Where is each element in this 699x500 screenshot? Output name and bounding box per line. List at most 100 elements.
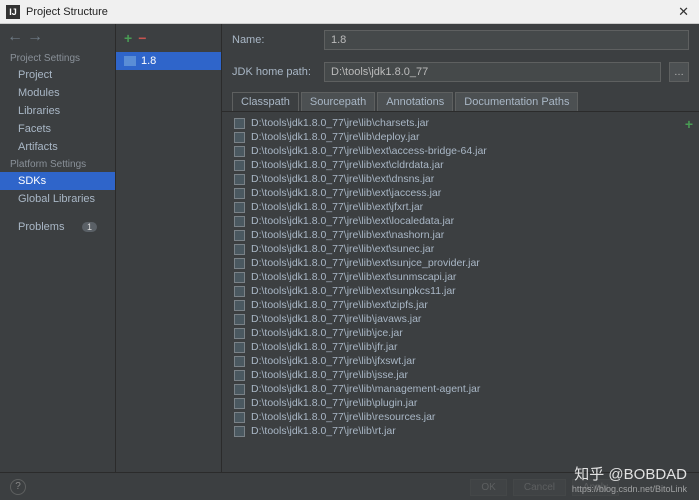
jar-icon <box>234 216 245 227</box>
sidebar-item-libraries[interactable]: Libraries <box>0 102 115 120</box>
jar-icon <box>234 412 245 423</box>
classpath-path: D:\tools\jdk1.8.0_77\jre\lib\ext\access-… <box>251 145 487 157</box>
help-icon[interactable]: ? <box>10 479 26 495</box>
jar-icon <box>234 426 245 437</box>
classpath-entry[interactable]: D:\tools\jdk1.8.0_77\jre\lib\ext\zipfs.j… <box>222 298 699 312</box>
classpath-list[interactable]: + D:\tools\jdk1.8.0_77\jre\lib\charsets.… <box>222 112 699 472</box>
problems-badge: 1 <box>82 222 97 232</box>
jar-icon <box>234 286 245 297</box>
classpath-entry[interactable]: D:\tools\jdk1.8.0_77\jre\lib\ext\nashorn… <box>222 228 699 242</box>
classpath-path: D:\tools\jdk1.8.0_77\jre\lib\ext\sunpkcs… <box>251 285 456 297</box>
classpath-entry[interactable]: D:\tools\jdk1.8.0_77\jre\lib\ext\sunmsca… <box>222 270 699 284</box>
app-icon: IJ <box>6 5 20 19</box>
classpath-path: D:\tools\jdk1.8.0_77\jre\lib\ext\jfxrt.j… <box>251 201 423 213</box>
classpath-path: D:\tools\jdk1.8.0_77\jre\lib\jce.jar <box>251 327 403 339</box>
sdk-tabs: ClasspathSourcepathAnnotationsDocumentat… <box>222 88 699 112</box>
classpath-entry[interactable]: D:\tools\jdk1.8.0_77\jre\lib\rt.jar <box>222 424 699 438</box>
classpath-entry[interactable]: D:\tools\jdk1.8.0_77\jre\lib\plugin.jar <box>222 396 699 410</box>
tab-annotations[interactable]: Annotations <box>377 92 453 111</box>
classpath-entry[interactable]: D:\tools\jdk1.8.0_77\jre\lib\deploy.jar <box>222 130 699 144</box>
classpath-entry[interactable]: D:\tools\jdk1.8.0_77\jre\lib\ext\sunjce_… <box>222 256 699 270</box>
titlebar: IJ Project Structure ✕ <box>0 0 699 24</box>
classpath-path: D:\tools\jdk1.8.0_77\jre\lib\ext\cldrdat… <box>251 159 444 171</box>
jdk-home-path-input[interactable] <box>324 62 661 82</box>
classpath-path: D:\tools\jdk1.8.0_77\jre\lib\jsse.jar <box>251 369 408 381</box>
classpath-path: D:\tools\jdk1.8.0_77\jre\lib\ext\sunjce_… <box>251 257 480 269</box>
name-label: Name: <box>232 34 316 46</box>
sidebar-item-global-libraries[interactable]: Global Libraries <box>0 190 115 208</box>
classpath-path: D:\tools\jdk1.8.0_77\jre\lib\javaws.jar <box>251 313 421 325</box>
sidebar-item-problems[interactable]: Problems 1 <box>0 218 115 236</box>
jar-icon <box>234 174 245 185</box>
jar-icon <box>234 132 245 143</box>
classpath-path: D:\tools\jdk1.8.0_77\jre\lib\rt.jar <box>251 425 396 437</box>
classpath-entry[interactable]: D:\tools\jdk1.8.0_77\jre\lib\jfr.jar <box>222 340 699 354</box>
classpath-path: D:\tools\jdk1.8.0_77\jre\lib\ext\sunmsca… <box>251 271 456 283</box>
classpath-entry[interactable]: D:\tools\jdk1.8.0_77\jre\lib\resources.j… <box>222 410 699 424</box>
remove-sdk-icon[interactable]: − <box>138 30 146 46</box>
close-icon[interactable]: ✕ <box>674 4 693 20</box>
sdk-name: 1.8 <box>141 55 156 67</box>
classpath-entry[interactable]: D:\tools\jdk1.8.0_77\jre\lib\ext\cldrdat… <box>222 158 699 172</box>
jar-icon <box>234 342 245 353</box>
classpath-path: D:\tools\jdk1.8.0_77\jre\lib\jfxswt.jar <box>251 355 416 367</box>
jar-icon <box>234 328 245 339</box>
jar-icon <box>234 118 245 129</box>
sidebar-item-artifacts[interactable]: Artifacts <box>0 138 115 156</box>
back-icon[interactable]: ← <box>8 30 22 44</box>
jar-icon <box>234 230 245 241</box>
classpath-entry[interactable]: D:\tools\jdk1.8.0_77\jre\lib\management-… <box>222 382 699 396</box>
classpath-entry[interactable]: D:\tools\jdk1.8.0_77\jre\lib\ext\jaccess… <box>222 186 699 200</box>
sidebar-item-project[interactable]: Project <box>0 66 115 84</box>
classpath-entry[interactable]: D:\tools\jdk1.8.0_77\jre\lib\javaws.jar <box>222 312 699 326</box>
sdk-list-column: + − 1.8 <box>116 24 222 472</box>
window-title: Project Structure <box>26 6 674 18</box>
classpath-path: D:\tools\jdk1.8.0_77\jre\lib\plugin.jar <box>251 397 417 409</box>
add-sdk-icon[interactable]: + <box>124 30 132 46</box>
jar-icon <box>234 202 245 213</box>
jar-icon <box>234 300 245 311</box>
jar-icon <box>234 314 245 325</box>
classpath-path: D:\tools\jdk1.8.0_77\jre\lib\deploy.jar <box>251 131 419 143</box>
folder-icon <box>124 56 136 66</box>
tab-classpath[interactable]: Classpath <box>232 92 299 111</box>
jar-icon <box>234 272 245 283</box>
add-classpath-icon[interactable]: + <box>685 116 693 132</box>
classpath-entry[interactable]: D:\tools\jdk1.8.0_77\jre\lib\ext\access-… <box>222 144 699 158</box>
classpath-path: D:\tools\jdk1.8.0_77\jre\lib\ext\nashorn… <box>251 229 444 241</box>
browse-path-button[interactable]: … <box>669 62 689 82</box>
jar-icon <box>234 356 245 367</box>
classpath-entry[interactable]: D:\tools\jdk1.8.0_77\jre\lib\jce.jar <box>222 326 699 340</box>
sdk-name-input[interactable] <box>324 30 689 50</box>
sidebar-item-modules[interactable]: Modules <box>0 84 115 102</box>
jar-icon <box>234 188 245 199</box>
classpath-entry[interactable]: D:\tools\jdk1.8.0_77\jre\lib\charsets.ja… <box>222 116 699 130</box>
classpath-path: D:\tools\jdk1.8.0_77\jre\lib\resources.j… <box>251 411 435 423</box>
sidebar-section-platform: Platform Settings <box>0 156 115 172</box>
forward-icon[interactable]: → <box>28 30 42 44</box>
sdk-detail-pane: Name: JDK home path: … ClasspathSourcepa… <box>222 24 699 472</box>
settings-sidebar: ← → Project Settings ProjectModulesLibra… <box>0 24 116 472</box>
jar-icon <box>234 146 245 157</box>
jar-icon <box>234 258 245 269</box>
sidebar-section-project: Project Settings <box>0 50 115 66</box>
classpath-entry[interactable]: D:\tools\jdk1.8.0_77\jre\lib\ext\sunec.j… <box>222 242 699 256</box>
classpath-entry[interactable]: D:\tools\jdk1.8.0_77\jre\lib\jfxswt.jar <box>222 354 699 368</box>
tab-sourcepath[interactable]: Sourcepath <box>301 92 375 111</box>
home-path-label: JDK home path: <box>232 66 316 78</box>
classpath-path: D:\tools\jdk1.8.0_77\jre\lib\management-… <box>251 383 480 395</box>
sidebar-item-facets[interactable]: Facets <box>0 120 115 138</box>
tab-documentation-paths[interactable]: Documentation Paths <box>455 92 578 111</box>
classpath-entry[interactable]: D:\tools\jdk1.8.0_77\jre\lib\jsse.jar <box>222 368 699 382</box>
classpath-entry[interactable]: D:\tools\jdk1.8.0_77\jre\lib\ext\jfxrt.j… <box>222 200 699 214</box>
classpath-path: D:\tools\jdk1.8.0_77\jre\lib\jfr.jar <box>251 341 398 353</box>
sdk-list-item[interactable]: 1.8 <box>116 52 221 70</box>
cancel-button[interactable]: Cancel <box>513 479 566 496</box>
jar-icon <box>234 244 245 255</box>
classpath-entry[interactable]: D:\tools\jdk1.8.0_77\jre\lib\ext\dnsns.j… <box>222 172 699 186</box>
classpath-entry[interactable]: D:\tools\jdk1.8.0_77\jre\lib\ext\sunpkcs… <box>222 284 699 298</box>
ok-button[interactable]: OK <box>470 479 506 496</box>
sidebar-item-sdks[interactable]: SDKs <box>0 172 115 190</box>
jar-icon <box>234 160 245 171</box>
classpath-entry[interactable]: D:\tools\jdk1.8.0_77\jre\lib\ext\localed… <box>222 214 699 228</box>
